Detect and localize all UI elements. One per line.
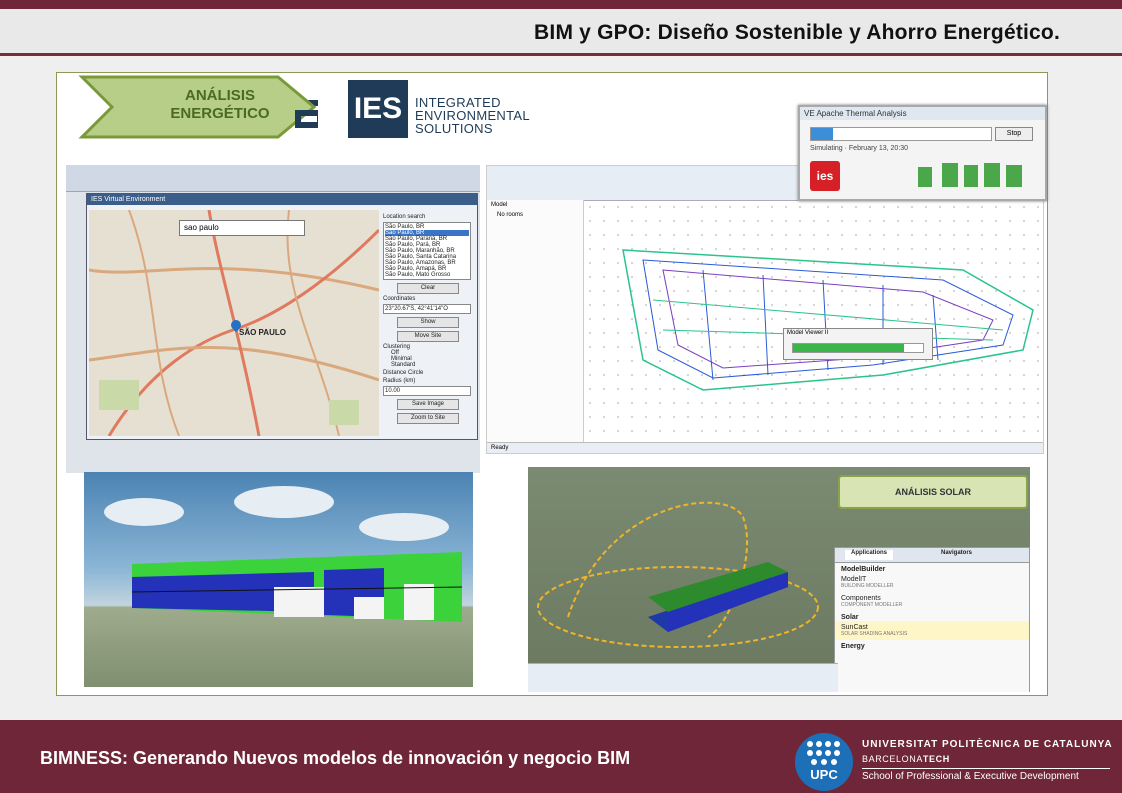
- tab-navigators[interactable]: Navigators: [935, 550, 978, 560]
- map-dialog-title: IES Virtual Environment: [87, 194, 477, 205]
- ies-logo-line-3: SOLUTIONS: [415, 121, 493, 136]
- radius-label: Radius (km): [383, 378, 416, 384]
- app-suncast[interactable]: SunCast SOLAR SHADING ANALYSIS: [835, 621, 1029, 640]
- simulation-progress-bar: [810, 127, 992, 141]
- app-modelit-name: ModelIT: [841, 576, 867, 583]
- app-suncast-name: SunCast: [841, 624, 868, 631]
- app-suncast-desc: SOLAR SHADING ANALYSIS: [841, 631, 908, 637]
- progress-bar: [792, 343, 924, 353]
- tab-applications[interactable]: Applications: [845, 550, 894, 560]
- map-city-label: SÃO PAULO: [239, 328, 286, 337]
- applications-tabs: Applications Navigators: [835, 548, 1029, 563]
- upc-logo: UPC: [795, 733, 853, 791]
- model-tree[interactable]: Model No rooms: [487, 200, 584, 453]
- plan-canvas[interactable]: Model Viewer II: [583, 200, 1043, 443]
- barcelonatech-b: TECH: [922, 754, 950, 764]
- model-progress-dialog: Model Viewer II: [783, 328, 933, 360]
- logo-divider: [862, 768, 1110, 769]
- clustering-option[interactable]: Standard: [383, 362, 473, 368]
- solar-app-toolbar[interactable]: [528, 663, 838, 692]
- location-list-item[interactable]: São Paulo, Mato Grosso: [385, 272, 469, 278]
- model-screenshot: Model No rooms Model Viewer II Ready: [486, 165, 1044, 454]
- building-render-screenshot: [84, 472, 473, 687]
- group-modelbuilder[interactable]: ModelBuilder: [835, 563, 1029, 573]
- badge-line-2: ENERGÉTICO: [170, 105, 270, 122]
- tree-item-model[interactable]: Model: [487, 200, 583, 210]
- app-modelit[interactable]: ModelIT BUILDING MODELLER: [835, 573, 1029, 592]
- location-search-label: Location search: [383, 214, 426, 220]
- app-components-desc: COMPONENT MODELLER: [841, 602, 903, 608]
- top-bar: [0, 0, 1122, 9]
- solar-analysis-screenshot: ANÁLISIS SOLAR Applications Navigators M…: [528, 467, 1030, 692]
- sun-path-render: [537, 501, 819, 648]
- ies-logo: IES INTEGRATED ENVIRONMENTAL SOLUTIONS: [348, 80, 548, 140]
- simulation-progress-fill: [811, 128, 833, 140]
- group-energy[interactable]: Energy: [835, 640, 1029, 650]
- slide-title: BIM y GPO: Diseño Sostenible y Ahorro En…: [534, 21, 1060, 44]
- slide-footer: BIMNESS: Generando Nuevos modelos de inn…: [0, 720, 1122, 793]
- building-render: [104, 486, 463, 622]
- show-button[interactable]: Show: [397, 317, 459, 328]
- thermal-dialog-title: VE Apache Thermal Analysis: [800, 107, 1045, 120]
- slide-header: BIM y GPO: Diseño Sostenible y Ahorro En…: [0, 9, 1122, 56]
- barcelonatech: BARCELONATECH: [862, 754, 950, 764]
- badge-line-1: ANÁLISIS: [184, 87, 255, 104]
- coordinates-field[interactable]: 23°20.67'S, 42°41'14"O: [383, 304, 471, 314]
- location-list[interactable]: São Paulo, BR São Paulo, BR São Paulo, Par…: [383, 222, 471, 280]
- app-components[interactable]: Components COMPONENT MODELLER: [835, 592, 1029, 611]
- university-name: UNIVERSITAT POLITÈCNICA DE CATALUNYA: [862, 739, 1113, 750]
- group-solar[interactable]: Solar: [835, 611, 1029, 621]
- barcelonatech-a: BARCELONA: [862, 754, 923, 764]
- progress-bar-fill: [793, 344, 904, 352]
- map-dialog: IES Virtual Environment sao paulo SÃO PA…: [86, 193, 478, 440]
- footer-text: BIMNESS: Generando Nuevos modelos de inn…: [40, 748, 631, 768]
- coordinates-label: Coordinates: [383, 296, 416, 302]
- ies-app-icon: ies: [810, 161, 840, 191]
- zoom-to-site-button[interactable]: Zoom to Site: [397, 413, 459, 424]
- floor-plan-drawing: [622, 249, 1034, 391]
- ies-logo-mark: IES: [348, 80, 408, 138]
- radius-field[interactable]: 10.00: [383, 386, 471, 396]
- progress-dialog-title: Model Viewer II: [787, 330, 829, 336]
- building-thumbnails-icon: [918, 163, 1022, 187]
- ies-logo-words: INTEGRATED ENVIRONMENTAL SOLUTIONS: [415, 96, 530, 135]
- save-image-button[interactable]: Save Image: [397, 399, 459, 410]
- clear-button[interactable]: Clear: [397, 283, 459, 294]
- solar-analysis-label: ANÁLISIS SOLAR: [838, 475, 1028, 509]
- upc-logo-text: UPC: [810, 767, 838, 782]
- move-site-button[interactable]: Move Site: [397, 331, 459, 342]
- school-name: School of Professional & Executive Devel…: [862, 771, 1079, 782]
- badge-label: ANÁLISIS ENERGÉTICO: [140, 87, 300, 123]
- model-status-bar: Ready: [487, 442, 1043, 453]
- map-search-input[interactable]: sao paulo: [179, 220, 305, 236]
- energy-analysis-badge: ANÁLISIS ENERGÉTICO: [78, 75, 318, 139]
- upc-dots-icon: [807, 741, 840, 765]
- map-app-toolbar: [66, 165, 480, 192]
- simulation-status: Simulating · February 13, 20:30: [810, 145, 909, 152]
- map-screenshot: IES Virtual Environment sao paulo SÃO PA…: [66, 165, 480, 473]
- distance-circle-label: Distance Circle: [383, 370, 424, 376]
- app-components-name: Components: [841, 595, 881, 602]
- app-modelit-desc: BUILDING MODELLER: [841, 583, 894, 589]
- tree-item-no-rooms[interactable]: No rooms: [487, 210, 583, 220]
- map-side-panel: Location search São Paulo, BR São Paulo, …: [383, 212, 473, 434]
- map-view[interactable]: sao paulo SÃO PAULO: [89, 210, 379, 436]
- clustering-options[interactable]: Off Minimal Standard: [383, 350, 473, 368]
- thermal-analysis-dialog: VE Apache Thermal Analysis Stop Simulati…: [798, 105, 1047, 201]
- applications-panel: Applications Navigators ModelBuilder Mod…: [834, 547, 1030, 692]
- stop-button[interactable]: Stop: [995, 127, 1033, 141]
